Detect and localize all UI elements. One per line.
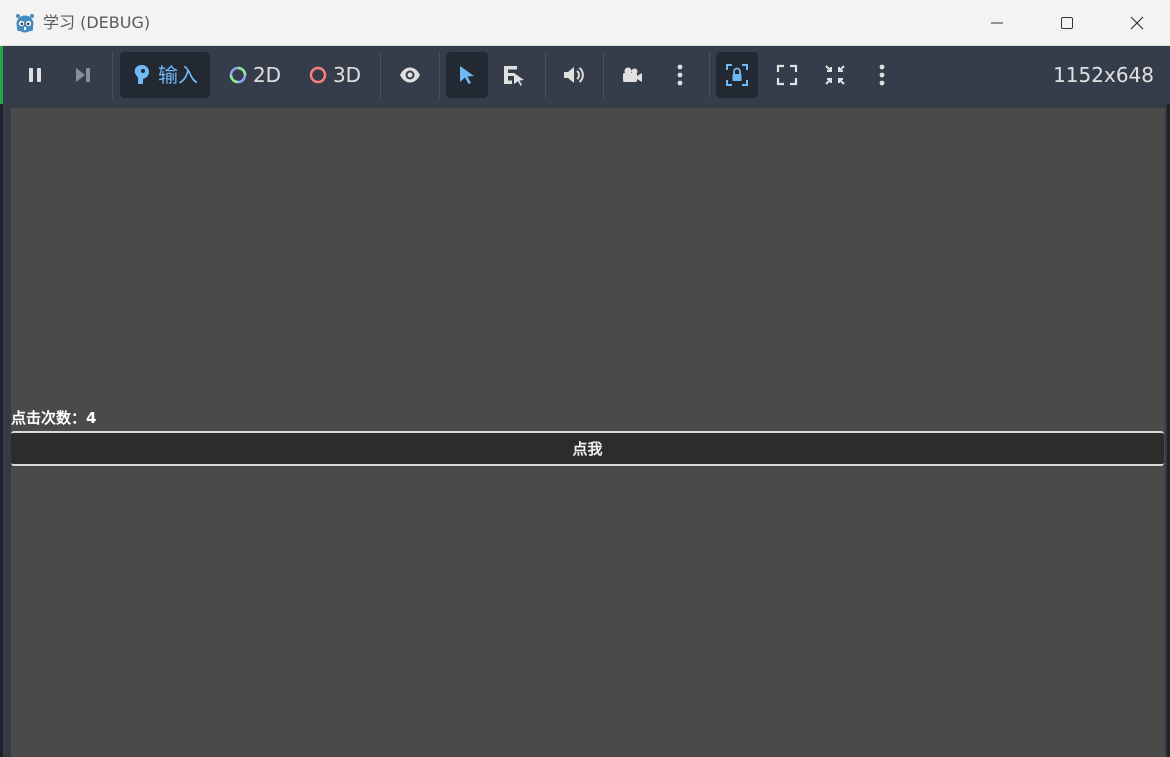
shrink-icon bbox=[825, 65, 845, 85]
game-toolbar: 输入 2D 3D 1152x648 bbox=[0, 46, 1170, 104]
close-button[interactable] bbox=[1102, 0, 1170, 46]
godot-icon bbox=[16, 14, 34, 33]
lock-camera-icon bbox=[726, 64, 748, 86]
expand-icon bbox=[776, 64, 798, 86]
visibility-button[interactable] bbox=[389, 52, 431, 98]
fullscreen-button[interactable] bbox=[766, 52, 808, 98]
click-me-button[interactable]: 点我 bbox=[11, 431, 1164, 466]
toolbar-separator bbox=[603, 52, 604, 98]
toolbar-separator bbox=[380, 52, 381, 98]
pause-button[interactable] bbox=[15, 52, 55, 98]
cursor-arrow-icon bbox=[460, 66, 474, 84]
embed-lock-button[interactable] bbox=[716, 52, 758, 98]
window-titlebar: 学习 (DEBUG) bbox=[0, 0, 1170, 46]
maximize-icon bbox=[1061, 17, 1073, 29]
more-vertical-icon bbox=[879, 64, 885, 86]
resolution-label: 1152x648 bbox=[1053, 63, 1154, 87]
close-icon bbox=[1130, 16, 1144, 30]
next-frame-icon bbox=[76, 68, 90, 82]
mode-3d-label: 3D bbox=[332, 63, 362, 87]
game-canvas: 点击次数：4 点我 bbox=[11, 108, 1165, 757]
next-frame-button[interactable] bbox=[63, 52, 103, 98]
click-count-label: 点击次数：4 bbox=[11, 409, 97, 427]
more-vertical-icon bbox=[677, 64, 683, 86]
camera-options-button[interactable] bbox=[661, 52, 699, 98]
toolbar-separator bbox=[545, 52, 546, 98]
toolbar-separator bbox=[709, 52, 710, 98]
minimize-icon bbox=[991, 22, 1003, 24]
game-viewport: 点击次数：4 点我 bbox=[3, 104, 1167, 757]
pause-icon bbox=[29, 68, 41, 82]
mute-audio-button[interactable] bbox=[553, 52, 595, 98]
camera-override-button[interactable] bbox=[610, 52, 654, 98]
click-me-button-label: 点我 bbox=[572, 440, 603, 458]
input-icon bbox=[134, 65, 149, 84]
select-tool-button[interactable] bbox=[446, 52, 488, 98]
circle-3d-icon bbox=[309, 66, 327, 84]
minimize-button[interactable] bbox=[962, 0, 1032, 46]
input-toggle-button[interactable]: 输入 bbox=[120, 52, 210, 98]
toolbar-separator bbox=[112, 52, 113, 98]
maximize-button[interactable] bbox=[1032, 0, 1102, 46]
mode-3d-button[interactable]: 3D bbox=[301, 52, 369, 98]
toolbar-separator bbox=[439, 52, 440, 98]
window-title: 学习 (DEBUG) bbox=[43, 13, 151, 32]
embed-options-button[interactable] bbox=[863, 52, 901, 98]
mode-2d-button[interactable]: 2D bbox=[221, 52, 289, 98]
list-select-button[interactable] bbox=[493, 52, 535, 98]
input-label: 输入 bbox=[158, 63, 198, 87]
camera-icon bbox=[623, 67, 642, 82]
list-select-icon bbox=[504, 66, 524, 86]
shrink-button[interactable] bbox=[814, 52, 856, 98]
speaker-icon bbox=[564, 67, 584, 83]
circle-2d-icon bbox=[229, 66, 247, 84]
eye-icon bbox=[400, 67, 420, 83]
mode-2d-label: 2D bbox=[252, 63, 282, 87]
